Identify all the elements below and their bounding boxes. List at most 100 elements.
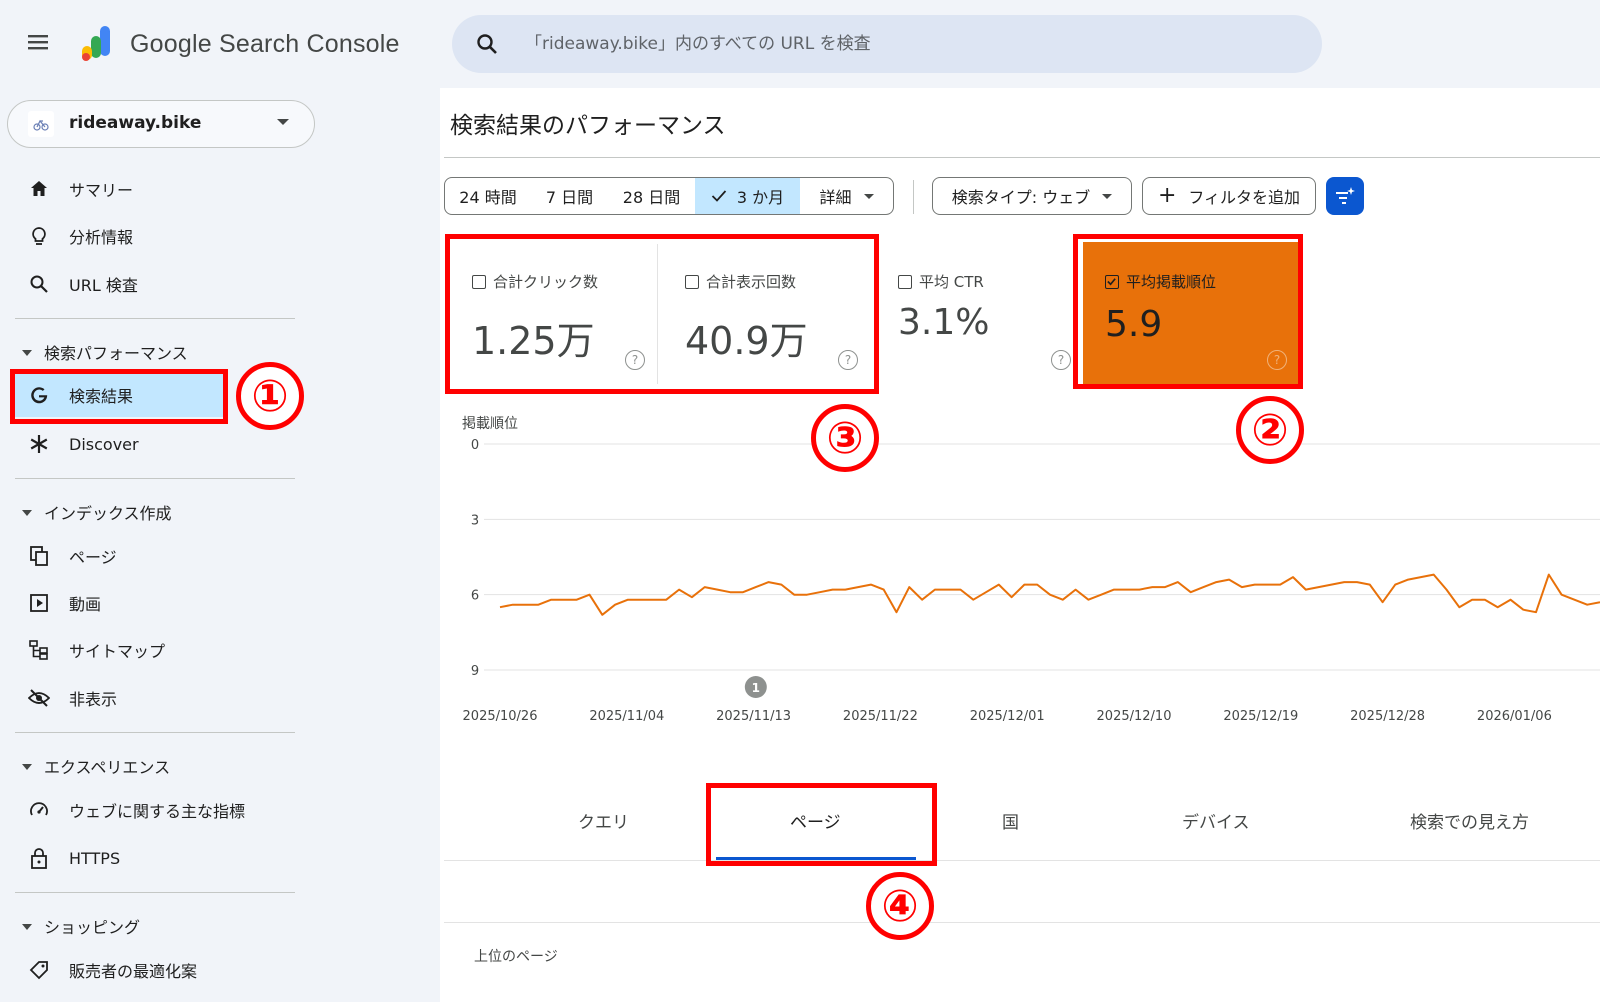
sidebar-item-removals[interactable]: 非表示 — [10, 676, 228, 720]
sidebar-item-label: 検索結果 — [69, 387, 134, 406]
metric-checkbox[interactable] — [898, 274, 912, 289]
url-inspection-input[interactable] — [525, 20, 1305, 68]
menu-button[interactable] — [24, 30, 56, 58]
chart-x-tick-label: 2025/12/10 — [1097, 709, 1172, 724]
sitemap-icon — [28, 639, 50, 661]
caret-down-icon — [22, 349, 32, 356]
chart-x-tick-label: 2025/10/26 — [463, 709, 538, 724]
chart-y-tick-label: 0 — [471, 438, 479, 453]
sidebar-item-label: サマリー — [69, 181, 134, 200]
sidebar-item-search-results[interactable]: 検索結果 — [10, 373, 228, 417]
metric-checkbox[interactable] — [472, 274, 486, 289]
sidebar-item-merchant-opportunities[interactable]: 販売者の最適化案 — [10, 948, 228, 992]
sidebar-section-performance[interactable]: 検索パフォーマンス — [22, 340, 188, 364]
tab-queries[interactable]: クエリ — [578, 808, 629, 833]
tabs-divider — [444, 860, 1600, 861]
pages-icon — [28, 545, 50, 567]
filter-settings-button[interactable] — [1326, 177, 1364, 215]
sidebar-item-label: 非表示 — [69, 690, 118, 709]
date-chip-more[interactable]: 詳細 — [800, 177, 894, 215]
sidebar-item-sitemaps[interactable]: サイトマップ — [10, 628, 228, 672]
page-title: 検索結果のパフォーマンス — [450, 113, 726, 139]
sidebar-item-discover[interactable]: Discover — [10, 422, 228, 466]
help-icon[interactable]: ? — [1267, 350, 1287, 370]
caret-down-icon — [22, 763, 32, 770]
sidebar-item-label: 販売者の最適化案 — [69, 962, 198, 981]
metric-checkbox[interactable] — [685, 274, 699, 289]
hamburger-icon — [28, 35, 48, 50]
asterisk-icon — [28, 433, 50, 455]
annotation-badge-1: ① — [236, 362, 304, 430]
search-console-logo[interactable] — [78, 24, 118, 64]
check-icon — [1107, 277, 1116, 285]
property-label: rideaway.bike — [69, 113, 202, 133]
app-title: Google Search Console — [130, 30, 400, 58]
sidebar-item-summary[interactable]: サマリー — [10, 167, 228, 211]
metric-checkbox-checked[interactable] — [1105, 274, 1119, 289]
sidebar-item-label: ページ — [69, 548, 117, 567]
help-icon[interactable]: ? — [838, 350, 858, 370]
date-chip-7d[interactable]: 7 日間 — [531, 177, 609, 215]
property-favicon-icon — [28, 111, 54, 137]
filter-sparkle-icon — [1336, 187, 1355, 204]
title-divider — [444, 157, 1600, 158]
metric-value: 1.25万 — [472, 319, 595, 363]
date-chip-28d[interactable]: 28 日間 — [608, 177, 696, 215]
lock-icon — [28, 847, 50, 869]
table-divider — [444, 922, 1600, 923]
gauge-icon — [28, 799, 50, 821]
metric-total-clicks[interactable]: 合計クリック数 1.25万 ? — [450, 242, 657, 386]
chart-x-tick-label: 2025/11/04 — [589, 709, 664, 724]
metric-separator — [657, 244, 658, 384]
lightbulb-icon — [28, 225, 50, 247]
metric-average-position[interactable]: 平均掲載順位 5.9 ? — [1083, 242, 1299, 386]
date-chip-3m[interactable]: 3 か月 — [695, 177, 801, 215]
date-chip-24h[interactable]: 24 時間 — [444, 177, 532, 215]
chart-x-tick-label: 2025/11/22 — [843, 709, 918, 724]
sidebar-item-video[interactable]: 動画 — [10, 581, 228, 625]
chart-y-axis-label: 掲載順位 — [462, 416, 518, 432]
sidebar-divider — [15, 478, 295, 479]
chart-x-tick-label: 2025/11/13 — [716, 709, 791, 724]
caret-down-icon — [22, 509, 32, 516]
tag-icon — [28, 959, 50, 981]
metric-average-ctr[interactable]: 平均 CTR 3.1% ? — [876, 242, 1083, 386]
sidebar-section-shopping[interactable]: ショッピング — [22, 914, 140, 938]
annotation-badge-4: ④ — [866, 872, 934, 940]
search-icon[interactable] — [475, 32, 499, 56]
sidebar-item-label: URL 検査 — [69, 276, 138, 295]
sidebar-section-index[interactable]: インデックス作成 — [22, 500, 172, 524]
tab-devices[interactable]: デバイス — [1182, 808, 1250, 833]
chart-y-tick-label: 9 — [471, 664, 479, 679]
caret-down-icon — [22, 923, 32, 930]
help-icon[interactable]: ? — [1051, 350, 1071, 370]
add-filter-chip[interactable]: + フィルタを追加 — [1142, 177, 1316, 215]
sidebar-item-url-inspection[interactable]: URL 検査 — [10, 262, 228, 306]
tab-search-appearance[interactable]: 検索での見え方 — [1410, 808, 1529, 833]
sidebar-item-label: 分析情報 — [69, 228, 134, 247]
chevron-down-icon[interactable] — [277, 119, 289, 125]
sidebar-section-experience[interactable]: エクスペリエンス — [22, 754, 170, 778]
plus-icon: + — [1157, 183, 1177, 208]
metric-total-impressions[interactable]: 合計表示回数 40.9万 ? — [663, 242, 870, 386]
sidebar-item-pages[interactable]: ページ — [10, 534, 228, 578]
sidebar-item-label: HTTPS — [69, 848, 121, 868]
tab-pages[interactable]: ページ — [790, 808, 841, 833]
help-icon[interactable]: ? — [625, 350, 645, 370]
video-icon — [28, 592, 50, 614]
google-g-icon — [28, 384, 50, 406]
chart-y-tick-label: 6 — [471, 589, 479, 604]
search-type-chip[interactable]: 検索タイプ: ウェブ — [932, 177, 1132, 215]
sidebar-item-insights[interactable]: 分析情報 — [10, 214, 228, 258]
sidebar-item-label: Discover — [69, 434, 139, 454]
caret-down-icon — [1102, 193, 1113, 199]
check-icon — [711, 190, 727, 202]
tab-countries[interactable]: 国 — [1002, 808, 1019, 833]
chart-x-tick-label: 2025/12/01 — [970, 709, 1045, 724]
sidebar-item-core-web-vitals[interactable]: ウェブに関する主な指標 — [10, 788, 245, 832]
chart-x-tick-label: 2026/01/06 — [1477, 709, 1552, 724]
position-line-chart: 掲載順位 0 3 6 9 2025/10/26 2025/11/04 2025/11/13… — [462, 416, 1600, 724]
sidebar-item-https[interactable]: HTTPS — [10, 836, 228, 880]
sidebar-divider — [15, 892, 295, 893]
logo-icon — [82, 26, 110, 61]
